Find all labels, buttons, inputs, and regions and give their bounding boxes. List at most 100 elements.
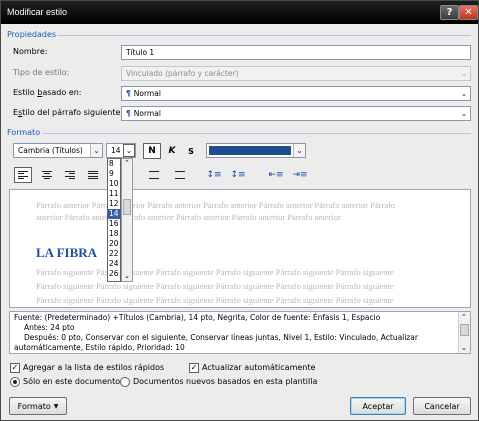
style-type-label: Tipo de estilo:: [13, 68, 70, 77]
preview-previous-paragraph: Párrafo anterior Párrafo anterior Párraf…: [36, 200, 396, 210]
font-size-value: 14: [111, 146, 121, 155]
format-menu-button[interactable]: Formato ▼: [9, 397, 67, 415]
ok-button-label: Aceptar: [362, 401, 394, 411]
scroll-thumb[interactable]: [460, 324, 469, 336]
based-on-select[interactable]: ¶ Normal ⌄: [121, 86, 471, 101]
next-paragraph-style-value: Normal: [133, 109, 161, 118]
line-spacing-double-button[interactable]: [171, 167, 189, 183]
line-spacing-single-button[interactable]: [145, 167, 163, 183]
description-line: Antes: 24 pto: [24, 323, 75, 332]
next-paragraph-style-label: Estilo del párrafo siguiente:: [13, 108, 124, 117]
font-size-dropdown-scrollbar[interactable]: ⌃ ⌄: [121, 158, 133, 282]
only-this-document-radio[interactable]: [10, 377, 20, 387]
style-type-value: Vinculado (párrafo y carácter): [126, 69, 239, 78]
chevron-down-icon: ⌄: [293, 144, 305, 157]
properties-section-label: Propiedades: [7, 30, 57, 39]
font-select[interactable]: Cambria (Títulos) ⌄: [13, 143, 103, 158]
next-paragraph-style-select[interactable]: ¶ Normal ⌄: [121, 106, 471, 121]
style-description: Fuente: (Predeterminado) +Títulos (Cambr…: [9, 311, 471, 354]
font-size-option[interactable]: 9: [108, 169, 120, 179]
line-spacing-single-icon: [149, 171, 159, 179]
increase-indent-icon: ⇥≡: [292, 170, 308, 180]
font-color-swatch: [209, 146, 291, 155]
font-size-option[interactable]: 18: [108, 229, 120, 239]
description-line: Después: 0 pto, Conservar con el siguien…: [24, 333, 418, 342]
chevron-down-icon: ⌄: [460, 69, 468, 78]
bold-button[interactable]: N: [143, 143, 161, 159]
based-on-value: Normal: [133, 89, 161, 98]
chevron-down-icon: ⌄: [90, 144, 102, 157]
font-size-select[interactable]: 14 ⌄: [106, 143, 136, 158]
spacing-after-icon: ↕≡: [230, 170, 246, 180]
font-size-option[interactable]: 10: [108, 179, 120, 189]
name-input[interactable]: Título 1: [121, 45, 471, 60]
chevron-down-icon: ⌄: [460, 109, 468, 118]
font-size-option[interactable]: 11: [108, 189, 120, 199]
description-line: automáticamente, Estilo rápido, Priorida…: [14, 343, 185, 352]
format-button-label: Formato: [17, 401, 51, 411]
font-size-option[interactable]: 16: [108, 219, 120, 229]
modify-style-dialog: Modificar estilo ? ✕ Propiedades Nombre:…: [0, 0, 479, 421]
font-size-option[interactable]: 14: [108, 209, 120, 219]
cancel-button-label: Cancelar: [424, 401, 460, 411]
help-icon: ?: [446, 7, 453, 18]
align-left-button[interactable]: [14, 167, 32, 183]
new-documents-template-radio[interactable]: [120, 377, 130, 387]
style-type-select[interactable]: Vinculado (párrafo y carácter) ⌄: [121, 66, 471, 81]
add-quick-styles-label: Agregar a la lista de estilos rápidos: [23, 363, 165, 372]
chevron-down-icon: ⌄: [460, 89, 468, 98]
align-left-icon: [18, 171, 28, 179]
italic-button[interactable]: K: [163, 143, 181, 159]
description-line: Fuente: (Predeterminado) +Títulos (Cambr…: [14, 313, 381, 322]
font-size-option[interactable]: 24: [108, 259, 120, 269]
decrease-indent-icon: ⇤≡: [268, 170, 284, 180]
align-center-button[interactable]: [38, 167, 56, 183]
new-documents-template-label: Documentos nuevos basados en esta planti…: [133, 377, 318, 386]
chevron-up-icon: ⌃: [461, 313, 467, 321]
chevron-down-icon: ⌄: [461, 344, 467, 352]
title-bar: Modificar estilo: [1, 1, 478, 24]
font-size-option[interactable]: 20: [108, 239, 120, 249]
increase-indent-button[interactable]: ⇥≡: [291, 167, 309, 183]
style-preview: Párrafo anterior Párrafo anterior Párraf…: [9, 189, 471, 308]
preview-next-paragraph: Párrafo siguiente Párrafo siguiente Párr…: [36, 281, 394, 291]
underline-button[interactable]: S: [182, 143, 200, 159]
font-size-option[interactable]: 22: [108, 249, 120, 259]
based-on-label: Estilo basado en:: [13, 88, 82, 97]
italic-icon: K: [168, 146, 176, 156]
add-quick-styles-checkbox[interactable]: ✓: [10, 363, 20, 373]
caret-down-icon: ▼: [53, 402, 59, 410]
chevron-down-icon: ⌄: [123, 144, 135, 157]
close-button[interactable]: ✕: [459, 5, 478, 20]
spacing-before-button[interactable]: ↕≡: [205, 167, 223, 183]
font-color-select[interactable]: ⌄: [206, 143, 306, 158]
format-divider: [43, 133, 471, 134]
scroll-thumb[interactable]: [123, 199, 131, 215]
align-right-icon: [65, 171, 75, 179]
font-size-option[interactable]: 26: [108, 269, 120, 279]
spacing-after-button[interactable]: ↕≡: [229, 167, 247, 183]
line-spacing-double-icon: [175, 171, 185, 179]
auto-update-label: Actualizar automáticamente: [202, 363, 316, 372]
bold-icon: N: [148, 146, 156, 156]
preview-previous-paragraph: anterior Párrafo anterior Párrafo anteri…: [36, 212, 341, 222]
justify-button[interactable]: [84, 167, 102, 183]
window-title: Modificar estilo: [7, 7, 68, 17]
only-this-document-label: Sólo en este documento: [23, 377, 121, 386]
chevron-up-icon: ⌃: [124, 159, 130, 167]
checkmark-icon: ✓: [190, 363, 198, 372]
chevron-down-icon: ⌄: [124, 272, 130, 280]
spacing-before-icon: ↕≡: [206, 170, 222, 180]
description-scrollbar[interactable]: ⌃ ⌄: [458, 312, 470, 353]
name-label: Nombre:: [13, 47, 48, 56]
decrease-indent-button[interactable]: ⇤≡: [267, 167, 285, 183]
font-size-option[interactable]: 8: [108, 159, 120, 169]
font-size-option[interactable]: 12: [108, 199, 120, 209]
align-right-button[interactable]: [61, 167, 79, 183]
checkmark-icon: ✓: [11, 363, 19, 372]
font-size-dropdown: 8 9 10 11 12 14 16 18 20 22 24 26: [107, 158, 121, 282]
cancel-button[interactable]: Cancelar: [413, 397, 471, 415]
help-button[interactable]: ?: [440, 5, 459, 20]
auto-update-checkbox[interactable]: ✓: [189, 363, 199, 373]
ok-button[interactable]: Aceptar: [350, 397, 406, 415]
